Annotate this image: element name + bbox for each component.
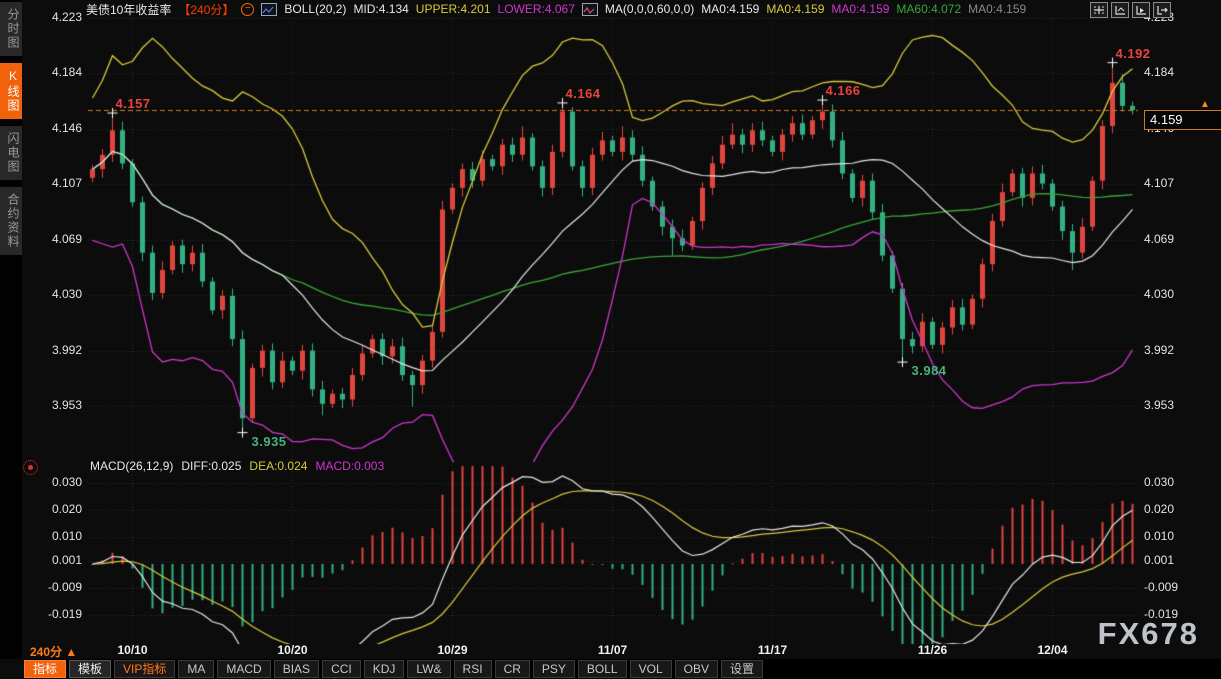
price-axis-label-left: 3.992 [30, 343, 82, 357]
price-axis-label-left: 4.030 [30, 287, 82, 301]
boll-lower-value: LOWER:4.067 [498, 2, 575, 16]
toolbar-button-6[interactable]: CCI [322, 660, 361, 678]
price-annotation-high: 4.157 [116, 96, 151, 111]
price-axis-label-left: 4.146 [30, 121, 82, 135]
date-axis-label: 10/20 [270, 643, 316, 657]
price-axis-label-left: 4.184 [30, 65, 82, 79]
price-axis-label-right: 3.953 [1144, 398, 1214, 412]
price-axis-label-right: 4.069 [1144, 232, 1214, 246]
macd-axis-label-right: -0.009 [1144, 580, 1214, 594]
macd-axis-label-left: -0.009 [30, 580, 82, 594]
toolbar-button-2[interactable]: VIP指标 [114, 660, 175, 678]
ma0-white-value: MA0:4.159 [701, 2, 759, 16]
date-axis-label: 12/04 [1030, 643, 1076, 657]
toolbar-button-3[interactable]: MA [178, 660, 214, 678]
toolbar-button-9[interactable]: RSI [454, 660, 492, 678]
macd-axis-label-right: 0.010 [1144, 529, 1214, 543]
date-axis-label: 11/17 [750, 643, 796, 657]
toolbar-button-4[interactable]: MACD [217, 660, 270, 678]
ma-chart-icon[interactable] [582, 3, 598, 16]
watermark: FX678 [1098, 616, 1199, 652]
macd-axis-label-left: -0.019 [30, 607, 82, 621]
date-axis-label: 10/10 [110, 643, 156, 657]
toolbar-button-10[interactable]: CR [495, 660, 530, 678]
macd-axis-label-left: 0.001 [30, 553, 82, 567]
price-axis-label-right: 3.992 [1144, 343, 1214, 357]
macd-axis-label-left: 0.030 [30, 475, 82, 489]
current-price-badge: 4.159 [1144, 110, 1221, 130]
macd-panel-icon[interactable] [23, 460, 38, 475]
macd-bar-value: MACD:0.003 [315, 459, 384, 473]
collapse-icon[interactable]: − [241, 3, 254, 16]
scale-playback-icon[interactable] [1132, 2, 1150, 18]
toolbar-button-15[interactable]: 设置 [721, 660, 763, 678]
boll-mid-value: MID:4.134 [353, 2, 408, 16]
sidebar-tab-contract-info[interactable]: 合约资料 [0, 187, 22, 255]
scale-left-icon[interactable] [1111, 2, 1129, 18]
price-axis-label-right: 4.184 [1144, 65, 1214, 79]
date-axis-label: 11/07 [590, 643, 636, 657]
macd-diff-value: DIFF:0.025 [181, 459, 241, 473]
price-annotation-low: 3.984 [912, 363, 947, 378]
price-annotation-high: 4.166 [826, 83, 861, 98]
chart-app-window: 分时图 K线图 闪电图 合约资料 美债10年收益率 【240分】 − BOLL(… [0, 0, 1221, 679]
ma60-value: MA60:4.072 [896, 2, 961, 16]
toolbar-button-5[interactable]: BIAS [274, 660, 319, 678]
footer-period-label[interactable]: 240分 ▲ [30, 643, 77, 660]
ma-label: MA(0,0,0,60,0,0) [605, 2, 694, 16]
toolbar-button-8[interactable]: LW& [407, 660, 450, 678]
toolbar-button-14[interactable]: OBV [675, 660, 718, 678]
price-axis-label-right: 4.107 [1144, 176, 1214, 190]
boll-label: BOLL(20,2) [284, 2, 346, 16]
move-icon[interactable] [1090, 2, 1108, 18]
macd-axis-label-right: 0.001 [1144, 553, 1214, 567]
price-axis-label-left: 4.107 [30, 176, 82, 190]
toolbar-button-12[interactable]: BOLL [578, 660, 627, 678]
window-controls [1090, 2, 1171, 18]
toolbar-button-13[interactable]: VOL [630, 660, 672, 678]
macd-label: MACD(26,12,9) [90, 459, 173, 473]
macd-header: MACD(26,12,9) DIFF:0.025 DEA:0.024 MACD:… [90, 459, 384, 473]
instrument-title: 美债10年收益率 [86, 1, 171, 18]
price-annotation-high: 4.192 [1116, 46, 1151, 61]
price-axis-label-right: 4.030 [1144, 287, 1214, 301]
macd-axis-label-right: -0.019 [1144, 607, 1214, 621]
candlestick-chart[interactable] [88, 14, 1138, 646]
price-axis-label-left: 4.069 [30, 232, 82, 246]
exit-icon[interactable] [1153, 2, 1171, 18]
price-up-arrow-icon: ▲ [1200, 99, 1210, 110]
sidebar: 分时图 K线图 闪电图 合约资料 [0, 0, 22, 659]
macd-axis-label-right: 0.030 [1144, 475, 1214, 489]
chart-header: 美债10年收益率 【240分】 − BOLL(20,2) MID:4.134 U… [86, 1, 1026, 17]
sidebar-tab-kline[interactable]: K线图 [0, 63, 22, 119]
toolbar-button-7[interactable]: KDJ [364, 660, 405, 678]
macd-axis-label-left: 0.020 [30, 502, 82, 516]
sidebar-tab-timeline[interactable]: 分时图 [0, 2, 22, 56]
ma0-magenta-value: MA0:4.159 [831, 2, 889, 16]
period-tag: 【240分】 [178, 1, 234, 18]
boll-upper-value: UPPER:4.201 [416, 2, 491, 16]
ma0-gray-value: MA0:4.159 [968, 2, 1026, 16]
toolbar-button-11[interactable]: PSY [533, 660, 575, 678]
macd-dea-value: DEA:0.024 [249, 459, 307, 473]
sidebar-tab-flash[interactable]: 闪电图 [0, 126, 22, 180]
indicator-toolbar: 指标模板VIP指标MAMACDBIASCCIKDJLW&RSICRPSYBOLL… [24, 659, 1221, 679]
macd-axis-label-left: 0.010 [30, 529, 82, 543]
ma0-yellow-value: MA0:4.159 [766, 2, 824, 16]
date-axis-label: 10/29 [430, 643, 476, 657]
macd-axis-label-right: 0.020 [1144, 502, 1214, 516]
price-axis-label-left: 3.953 [30, 398, 82, 412]
toolbar-button-1[interactable]: 模板 [69, 660, 111, 678]
price-annotation-high: 4.164 [566, 86, 601, 101]
boll-chart-icon[interactable] [261, 3, 277, 16]
price-axis-label-left: 4.223 [30, 10, 82, 24]
toolbar-button-0[interactable]: 指标 [24, 660, 66, 678]
price-annotation-low: 3.935 [252, 434, 287, 449]
date-axis-label: 11/26 [910, 643, 956, 657]
